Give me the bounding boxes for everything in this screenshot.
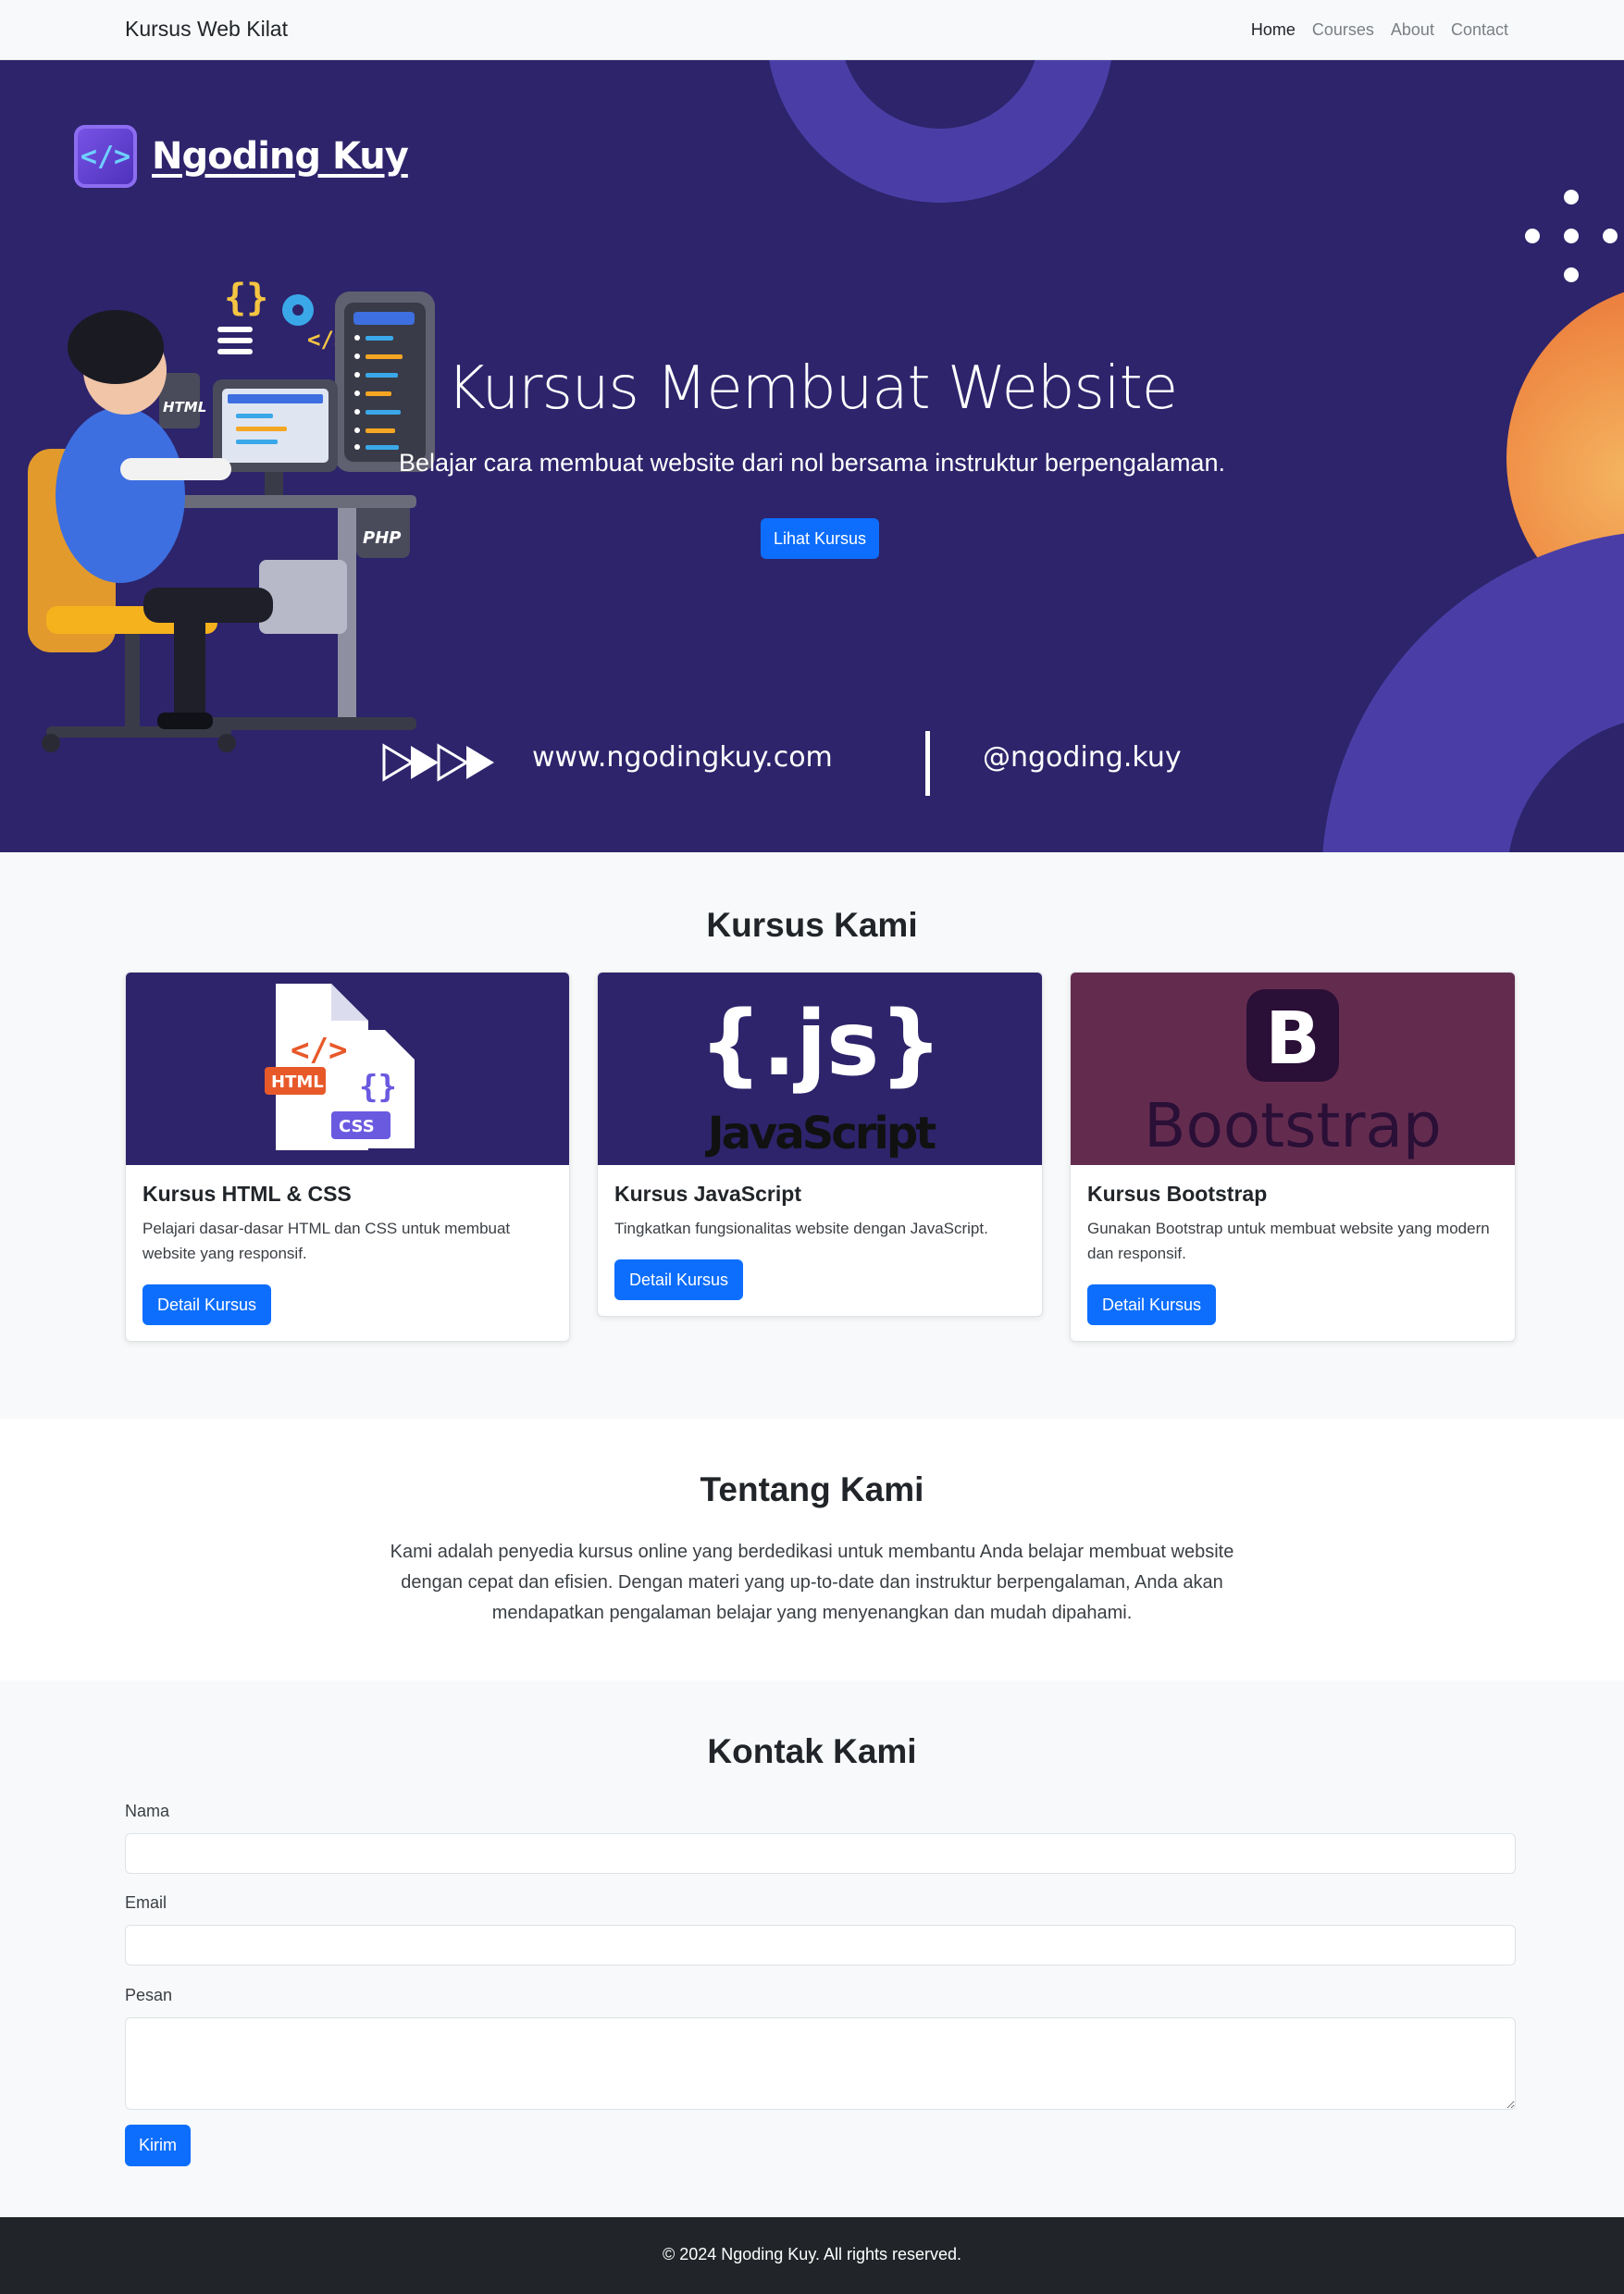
nav-link-about[interactable]: About xyxy=(1391,20,1434,40)
courses-section: Kursus Kami </> HTML {} CSS Kursus HTML … xyxy=(0,852,1624,1419)
bootstrap-image: B Bootstrap xyxy=(1071,973,1515,1165)
name-input[interactable] xyxy=(125,1833,1516,1874)
course-card-bootstrap: B Bootstrap Kursus Bootstrap Gunakan Boo… xyxy=(1070,972,1516,1342)
illustration-label: PHP xyxy=(363,528,401,548)
courses-title: Kursus Kami xyxy=(706,906,918,944)
about-title: Tentang Kami xyxy=(700,1470,924,1508)
decorative-dot xyxy=(1564,229,1579,243)
decorative-arc xyxy=(1321,530,1624,852)
navbar: Kursus Web Kilat Home Courses About Cont… xyxy=(0,0,1624,60)
javascript-image: {.js} JavaScript xyxy=(598,973,1042,1165)
course-detail-button[interactable]: Detail Kursus xyxy=(143,1284,272,1325)
course-title: Kursus HTML & CSS xyxy=(143,1182,352,1206)
code-brackets-icon: </> xyxy=(74,125,137,188)
svg-text:{}: {} xyxy=(224,277,268,319)
image-label: JavaScript xyxy=(705,1108,936,1159)
website-url: www.ngodingkuy.com xyxy=(532,741,833,774)
course-title: Kursus JavaScript xyxy=(614,1182,801,1206)
divider xyxy=(925,731,930,796)
submit-button[interactable]: Kirim xyxy=(125,2125,191,2166)
footer-copyright: © 2024 Ngoding Kuy. All rights reserved. xyxy=(662,2245,962,2263)
image-label: {.js} xyxy=(699,992,942,1096)
svg-text:{}: {} xyxy=(359,1069,397,1106)
message-textarea[interactable] xyxy=(125,2017,1516,2110)
svg-text:</>: </> xyxy=(291,1032,347,1069)
social-handle: @ngoding.kuy xyxy=(983,741,1182,774)
decorative-dot xyxy=(1603,229,1618,243)
course-card-html-css: </> HTML {} CSS Kursus HTML & CSS Pelaja… xyxy=(125,972,570,1342)
nav-link-contact[interactable]: Contact xyxy=(1451,20,1508,40)
about-text: Kami adalah penyedia kursus online yang … xyxy=(390,1542,1234,1623)
course-description: Gunakan Bootstrap untuk membuat website … xyxy=(1087,1220,1490,1262)
footer: © 2024 Ngoding Kuy. All rights reserved. xyxy=(0,2217,1624,2294)
email-label: Email xyxy=(125,1893,167,1912)
course-card-javascript: {.js} JavaScript Kursus JavaScript Tingk… xyxy=(597,972,1043,1317)
course-detail-button[interactable]: Detail Kursus xyxy=(1087,1284,1217,1325)
decorative-dot xyxy=(1564,190,1579,205)
play-arrows-icon xyxy=(382,743,494,782)
view-courses-button[interactable]: Lihat Kursus xyxy=(761,518,879,559)
contact-title: Kontak Kami xyxy=(707,1732,917,1770)
hero-subtitle: Belajar cara membuat website dari nol be… xyxy=(399,449,1225,477)
decorative-dot xyxy=(1525,229,1540,243)
nav-link-home[interactable]: Home xyxy=(1251,20,1295,40)
course-description: Pelajari dasar-dasar HTML dan CSS untuk … xyxy=(143,1220,511,1262)
developer-illustration: {} </> HTML PHP xyxy=(28,277,435,752)
email-input[interactable] xyxy=(125,1925,1516,1965)
hero-title: Kursus Membuat Website xyxy=(446,354,1178,423)
nav-links: Home Courses About Contact xyxy=(1251,20,1508,40)
hero-banner: </> Ngoding Kuy {} </> HTML PHP Kursus M… xyxy=(0,60,1624,852)
course-title: Kursus Bootstrap xyxy=(1087,1182,1268,1206)
image-label: CSS xyxy=(339,1117,375,1136)
decorative-ring xyxy=(766,60,1114,203)
nav-link-courses[interactable]: Courses xyxy=(1312,20,1374,40)
html-css-image: </> HTML {} CSS xyxy=(126,973,569,1165)
brand-logo: </> Ngoding Kuy xyxy=(74,125,409,188)
navbar-brand[interactable]: Kursus Web Kilat xyxy=(125,17,288,42)
logo-text: Ngoding Kuy xyxy=(152,135,409,178)
image-label: Bootstrap xyxy=(1144,1090,1442,1161)
decorative-dot xyxy=(1564,267,1579,282)
name-label: Nama xyxy=(125,1802,170,1820)
course-detail-button[interactable]: Detail Kursus xyxy=(614,1259,744,1300)
image-label: HTML xyxy=(271,1073,324,1092)
message-label: Pesan xyxy=(125,1986,173,2004)
course-description: Tingkatkan fungsionalitas website dengan… xyxy=(614,1220,988,1237)
contact-section: Kontak Kami Nama Email Pesan Kirim xyxy=(0,1680,1624,2217)
image-label: B xyxy=(1265,998,1320,1081)
about-section: Tentang Kami Kami adalah penyedia kursus… xyxy=(0,1419,1624,1680)
